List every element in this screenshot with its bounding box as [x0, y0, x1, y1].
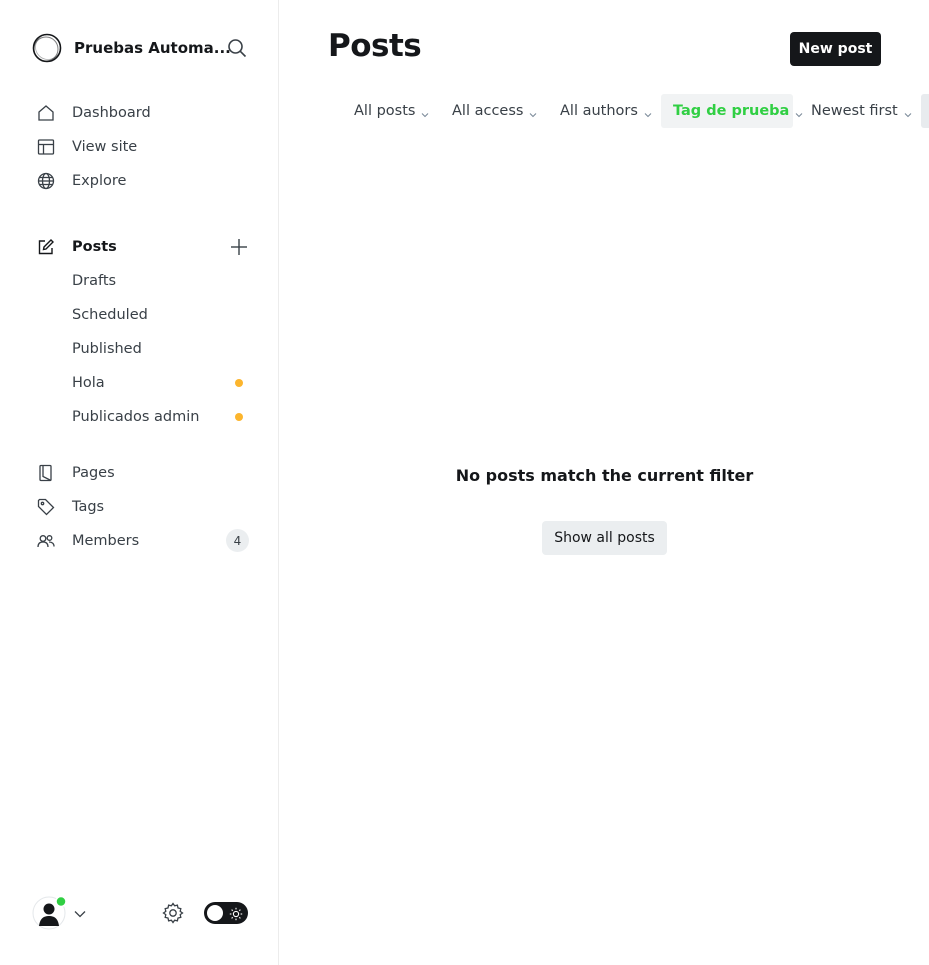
- nav-explore-label: Explore: [72, 173, 127, 189]
- view-color-dot: [235, 413, 243, 421]
- members-icon: [36, 531, 56, 551]
- filter-tag-label: Tag de prueba: [673, 103, 790, 119]
- nav-view-site-label: View site: [72, 139, 138, 155]
- filter-access[interactable]: All access: [452, 94, 537, 128]
- site-name: Pruebas Automa...: [74, 39, 231, 57]
- nav-tags-label: Tags: [72, 499, 105, 515]
- filter-author[interactable]: All authors: [560, 94, 652, 128]
- nav-published[interactable]: Published: [72, 337, 142, 361]
- page-icon: [36, 463, 56, 483]
- nav-view-publicados-admin-label: Publicados admin: [72, 409, 200, 425]
- site-brand[interactable]: Pruebas Automa...: [32, 32, 231, 64]
- nav-scheduled-label: Scheduled: [72, 307, 148, 323]
- chevron-down-icon: [904, 107, 912, 118]
- show-all-posts-button[interactable]: Show all posts: [542, 521, 667, 555]
- theme-toggle[interactable]: [204, 902, 248, 924]
- nav-view-hola-label: Hola: [72, 375, 105, 391]
- filter-author-label: All authors: [560, 103, 638, 119]
- sidebar: Pruebas Automa... Dashboard View site Ex…: [0, 0, 279, 965]
- main-content: Posts New post All posts All access All …: [280, 0, 929, 965]
- filter-order-label: Newest first: [811, 103, 898, 119]
- nav-dashboard[interactable]: Dashboard: [36, 100, 151, 126]
- site-logo-icon: [32, 33, 62, 63]
- chevron-down-icon: [421, 107, 429, 118]
- view-color-dot: [235, 379, 243, 387]
- filter-type[interactable]: All posts: [354, 94, 429, 128]
- chevron-down-icon: [644, 107, 652, 118]
- nav-view-publicados-admin[interactable]: Publicados admin: [72, 405, 199, 429]
- nav-posts[interactable]: Posts: [36, 234, 117, 260]
- user-avatar[interactable]: [32, 895, 67, 930]
- filter-order[interactable]: Newest first: [811, 94, 912, 128]
- tag-icon: [36, 497, 56, 517]
- page-title: Posts: [328, 28, 422, 64]
- nav-tags[interactable]: Tags: [36, 494, 104, 520]
- chevron-down-icon: [529, 107, 537, 118]
- chevron-down-icon[interactable]: [73, 906, 87, 920]
- nav-view-site[interactable]: View site: [36, 134, 137, 160]
- gear-icon[interactable]: [161, 901, 185, 925]
- nav-drafts[interactable]: Drafts: [72, 269, 116, 293]
- nav-scheduled[interactable]: Scheduled: [72, 303, 148, 327]
- nav-explore[interactable]: Explore: [36, 168, 126, 194]
- empty-state-message: No posts match the current filter: [455, 466, 754, 485]
- new-post-button[interactable]: New post: [790, 32, 881, 66]
- nav-view-hola[interactable]: Hola: [72, 371, 105, 395]
- filter-tag[interactable]: Tag de prueba: [661, 94, 803, 128]
- toggle-knob: [207, 905, 223, 921]
- nav-members[interactable]: Members: [36, 528, 139, 554]
- nav-members-label: Members: [72, 533, 140, 549]
- edit-icon: [36, 237, 56, 257]
- nav-posts-label: Posts: [72, 239, 117, 255]
- filter-type-label: All posts: [354, 103, 416, 119]
- sun-icon: [229, 906, 243, 921]
- view-toggle-button[interactable]: [921, 94, 929, 128]
- nav-drafts-label: Drafts: [72, 273, 117, 289]
- add-post-icon[interactable]: [229, 237, 249, 257]
- nav-dashboard-label: Dashboard: [72, 105, 151, 121]
- nav-pages-label: Pages: [72, 465, 115, 481]
- nav-published-label: Published: [72, 341, 142, 357]
- nav-pages[interactable]: Pages: [36, 460, 115, 486]
- members-count-badge: 4: [226, 529, 249, 552]
- globe-icon: [36, 171, 56, 191]
- layout-icon: [36, 137, 56, 157]
- home-icon: [36, 103, 56, 123]
- chevron-down-icon: [795, 107, 803, 118]
- filter-access-label: All access: [452, 103, 524, 119]
- search-icon[interactable]: [226, 37, 248, 59]
